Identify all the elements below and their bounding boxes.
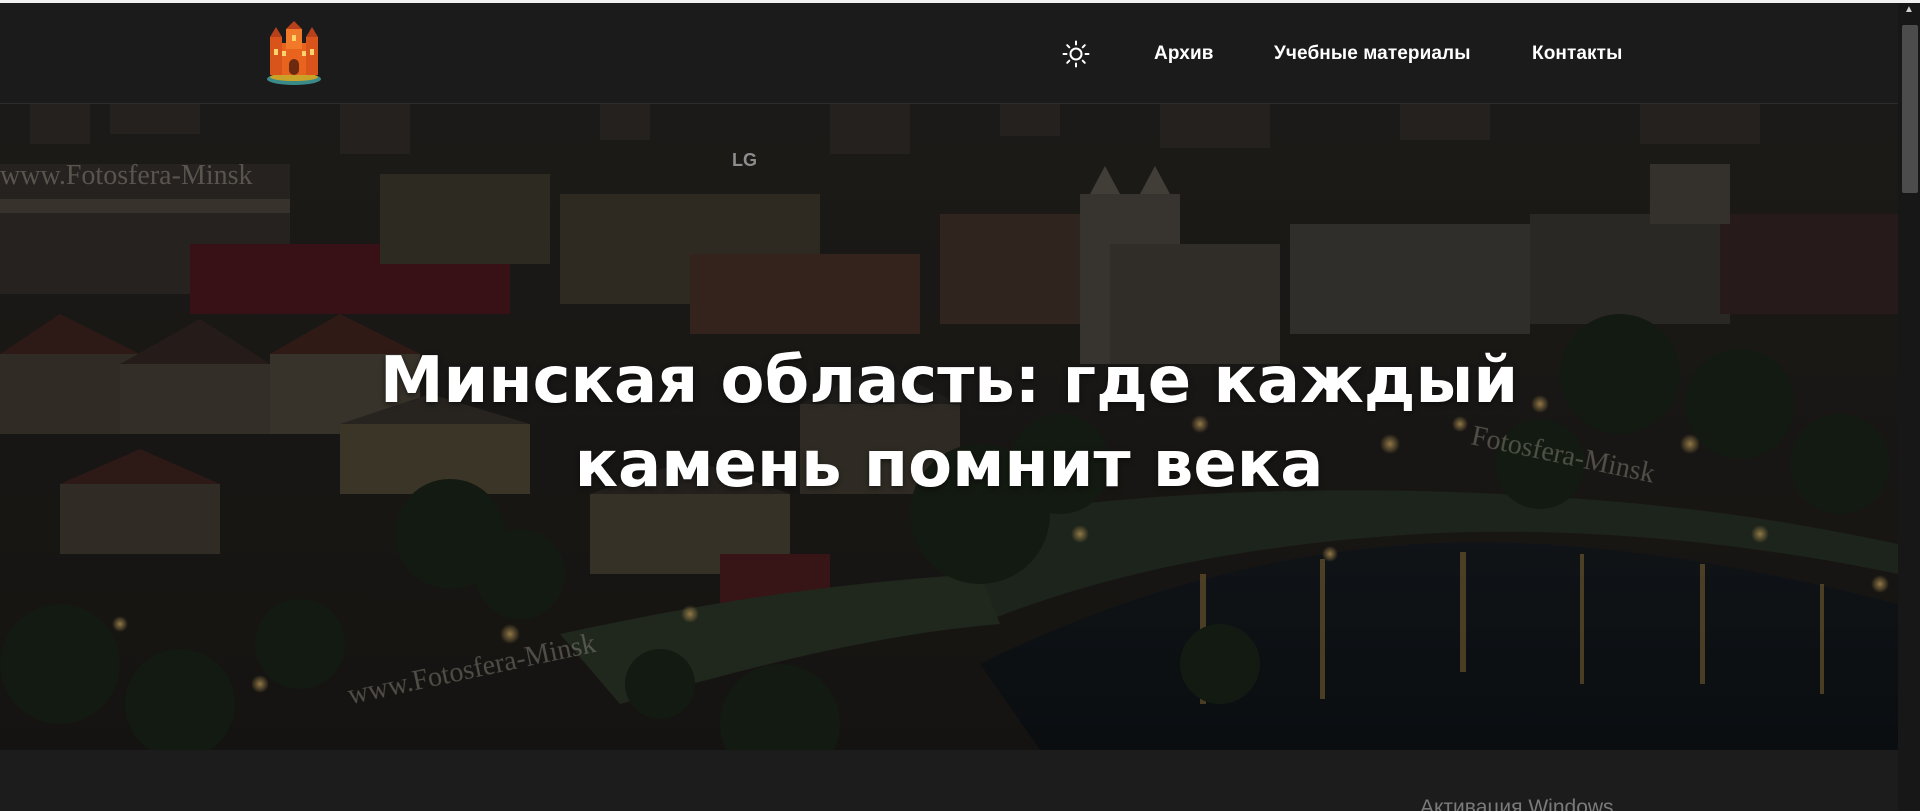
page-scrollbar[interactable]: ▲ [1898, 3, 1920, 811]
scroll-up-arrow-icon[interactable]: ▲ [1898, 3, 1920, 17]
nav-link-archive[interactable]: Архив [1154, 43, 1214, 65]
photo-sign: LG [732, 150, 757, 170]
sun-icon[interactable] [1061, 39, 1091, 69]
hero-title-line-2: камень помнит века [574, 428, 1324, 502]
hero-title-line-1: Минская область: где каждый [379, 344, 1519, 418]
hero-banner: www.Fotosfera-Minsk www.Fotosfera-Minsk … [0, 104, 1898, 750]
nav-link-contacts[interactable]: Контакты [1532, 43, 1622, 65]
os-activation-watermark: Активация Windows [1420, 796, 1614, 811]
hero-title: Минская область: где каждый камень помни… [349, 339, 1549, 507]
nav-link-materials[interactable]: Учебные материалы [1274, 43, 1471, 65]
photo-watermark: www.Fotosfera-Minsk [0, 160, 253, 191]
site-header: Архив Учебные материалы Контакты [0, 3, 1898, 104]
page: Архив Учебные материалы Контакты www.Fot… [0, 0, 1920, 811]
scrollbar-thumb[interactable] [1902, 25, 1918, 193]
castle-logo-icon[interactable] [264, 21, 324, 87]
